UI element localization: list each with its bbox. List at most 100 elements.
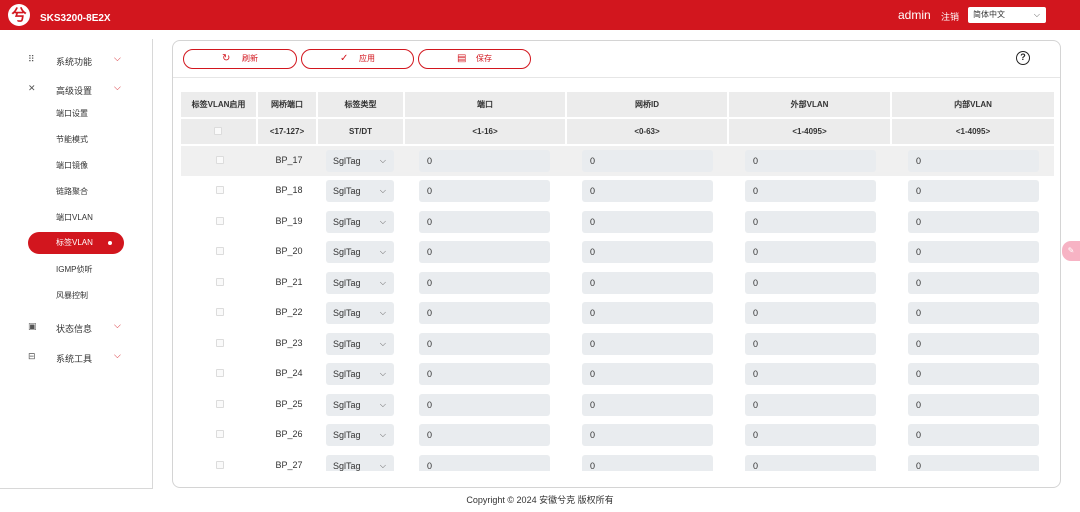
sidebar-item-igmp-snooping[interactable]: IGMP侦听 — [56, 263, 92, 277]
refresh-icon: ↻ — [222, 53, 231, 64]
row-enable-checkbox[interactable] — [216, 308, 224, 316]
inner-vlan-input[interactable]: 0 — [908, 363, 1039, 385]
port-input[interactable]: 0 — [419, 272, 550, 294]
help-icon[interactable]: ? — [1016, 51, 1030, 65]
product-name: SKS3200-8E2X — [40, 13, 111, 24]
row-enable-checkbox[interactable] — [216, 461, 224, 469]
bridge-id-input[interactable]: 0 — [582, 180, 713, 202]
bridge-id-input[interactable]: 0 — [582, 455, 713, 471]
range-port: <1-16> — [405, 119, 565, 144]
apply-button[interactable]: ✓ 应用 — [301, 49, 414, 69]
outer-vlan-input[interactable]: 0 — [745, 302, 876, 324]
inner-vlan-input[interactable]: 0 — [908, 302, 1039, 324]
row-enable-checkbox[interactable] — [216, 186, 224, 194]
bridge-id-input[interactable]: 0 — [582, 363, 713, 385]
header-tag-vlan-enable: 标签VLAN启用 — [181, 92, 256, 117]
chevron-down-icon: ⌵ — [1033, 10, 1040, 19]
range-inner-vlan: <1-4095> — [892, 119, 1054, 144]
row-enable-checkbox[interactable] — [216, 247, 224, 255]
row-enable-checkbox[interactable] — [216, 339, 224, 347]
port-input[interactable]: 0 — [419, 333, 550, 355]
outer-vlan-input[interactable]: 0 — [745, 241, 876, 263]
sidebar-item-storm-control[interactable]: 风暴控制 — [56, 289, 88, 303]
inner-vlan-input[interactable]: 0 — [908, 211, 1039, 233]
chevron-down-icon: ⌵ — [379, 400, 386, 409]
outer-vlan-input[interactable]: 0 — [745, 180, 876, 202]
sidebar-item-link-aggregation[interactable]: 链路聚合 — [56, 185, 88, 199]
tag-type-select[interactable]: SglTag ⌵ — [326, 180, 394, 202]
tag-type-value: SglTag — [333, 369, 361, 379]
sidebar-item-port-vlan[interactable]: 端口VLAN — [56, 211, 93, 225]
bridge-id-input[interactable]: 0 — [582, 211, 713, 233]
refresh-button[interactable]: ↻ 刷新 — [183, 49, 297, 69]
sidebar-item-power-saving[interactable]: 节能模式 — [56, 133, 88, 147]
port-input[interactable]: 0 — [419, 394, 550, 416]
tag-type-select[interactable]: SglTag ⌵ — [326, 333, 394, 355]
row-enable-checkbox[interactable] — [216, 217, 224, 225]
inner-vlan-input[interactable]: 0 — [908, 180, 1039, 202]
row-enable-checkbox[interactable] — [216, 278, 224, 286]
port-input[interactable]: 0 — [419, 180, 550, 202]
tag-type-select[interactable]: SglTag ⌵ — [326, 241, 394, 263]
tag-type-select[interactable]: SglTag ⌵ — [326, 150, 394, 172]
port-input[interactable]: 0 — [419, 424, 550, 446]
tag-type-select[interactable]: SglTag ⌵ — [326, 272, 394, 294]
outer-vlan-input[interactable]: 0 — [745, 363, 876, 385]
sidebar-item-port-mirror[interactable]: 端口镜像 — [56, 159, 88, 173]
tag-type-select[interactable]: SglTag ⌵ — [326, 363, 394, 385]
inner-vlan-input[interactable]: 0 — [908, 455, 1039, 471]
bridge-id-input[interactable]: 0 — [582, 150, 713, 172]
sidebar-item-tag-vlan[interactable]: 标签VLAN — [28, 232, 124, 254]
port-input[interactable]: 0 — [419, 211, 550, 233]
row-enable-checkbox[interactable] — [216, 430, 224, 438]
save-button[interactable]: ▤ 保存 — [418, 49, 531, 69]
language-select[interactable]: 简体中文 ⌵ — [968, 7, 1046, 23]
inner-vlan-input[interactable]: 0 — [908, 272, 1039, 294]
chevron-down-icon: ⌵ — [114, 320, 121, 330]
port-input[interactable]: 0 — [419, 455, 550, 471]
outer-vlan-input[interactable]: 0 — [745, 455, 876, 471]
row-enable-checkbox[interactable] — [216, 369, 224, 377]
port-input[interactable]: 0 — [419, 363, 550, 385]
tag-type-select[interactable]: SglTag ⌵ — [326, 302, 394, 324]
menu-group-system-tools[interactable]: ⊟ 系统工具 ⌵ — [0, 347, 152, 367]
bridge-id-input[interactable]: 0 — [582, 424, 713, 446]
outer-vlan-input[interactable]: 0 — [745, 150, 876, 172]
outer-vlan-input[interactable]: 0 — [745, 272, 876, 294]
inner-vlan-input[interactable]: 0 — [908, 333, 1039, 355]
bridge-id-input[interactable]: 0 — [582, 302, 713, 324]
row-enable-checkbox[interactable] — [216, 156, 224, 164]
menu-group-system-functions[interactable]: ⠿ 系统功能 ⌵ — [0, 50, 152, 70]
outer-vlan-input[interactable]: 0 — [745, 424, 876, 446]
save-icon: ▤ — [457, 53, 467, 64]
port-input[interactable]: 0 — [419, 302, 550, 324]
bridge-id-input[interactable]: 0 — [582, 272, 713, 294]
bridge-id-input[interactable]: 0 — [582, 241, 713, 263]
tag-type-select[interactable]: SglTag ⌵ — [326, 424, 394, 446]
port-input[interactable]: 0 — [419, 241, 550, 263]
outer-vlan-input[interactable]: 0 — [745, 333, 876, 355]
inner-vlan-input[interactable]: 0 — [908, 241, 1039, 263]
menu-group-status-info[interactable]: ▣ 状态信息 ⌵ — [0, 317, 152, 337]
floating-assistant-icon[interactable]: ✎ — [1062, 241, 1080, 261]
table-row: BP_24 SglTag ⌵ 0 0 0 0 — [181, 359, 1054, 389]
range-tag-type: ST/DT — [318, 119, 403, 144]
bridge-id-input[interactable]: 0 — [582, 394, 713, 416]
inner-vlan-input[interactable]: 0 — [908, 150, 1039, 172]
inner-vlan-input[interactable]: 0 — [908, 424, 1039, 446]
tag-type-select[interactable]: SglTag ⌵ — [326, 455, 394, 471]
select-all-checkbox[interactable] — [214, 127, 222, 135]
bridge-id-input[interactable]: 0 — [582, 333, 713, 355]
apply-label: 应用 — [359, 54, 375, 63]
chevron-down-icon: ⌵ — [114, 53, 121, 63]
inner-vlan-input[interactable]: 0 — [908, 394, 1039, 416]
row-enable-checkbox[interactable] — [216, 400, 224, 408]
port-input[interactable]: 0 — [419, 150, 550, 172]
outer-vlan-input[interactable]: 0 — [745, 394, 876, 416]
sidebar-item-port-settings[interactable]: 端口设置 — [56, 107, 88, 121]
tag-type-select[interactable]: SglTag ⌵ — [326, 394, 394, 416]
outer-vlan-input[interactable]: 0 — [745, 211, 876, 233]
tag-type-select[interactable]: SglTag ⌵ — [326, 211, 394, 233]
logout-link[interactable]: 注销 — [941, 10, 959, 23]
menu-group-advanced-settings[interactable]: ✕ 高级设置 ⌵ — [0, 79, 152, 99]
